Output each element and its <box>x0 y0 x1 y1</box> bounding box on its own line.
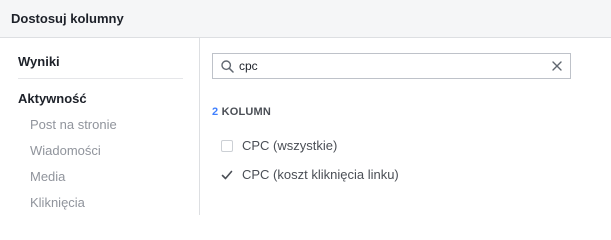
results-count: 2 KOLUMN <box>212 106 271 118</box>
sidebar-item-klikniecia[interactable]: Kliknięcia <box>30 195 85 210</box>
results-count-number: 2 <box>212 106 219 118</box>
column-option-cpc-wszystkie[interactable]: CPC (wszystkie) <box>221 138 337 153</box>
close-icon[interactable] <box>550 59 564 73</box>
results-count-suffix: KOLUMN <box>221 106 272 118</box>
category-sidebar: Wyniki Aktywność Post na stronie Wiadomo… <box>0 38 200 215</box>
checkbox-unchecked[interactable] <box>221 139 233 152</box>
sidebar-item-post-na-stronie[interactable]: Post na stronie <box>30 117 117 132</box>
checkmark-icon <box>221 170 233 179</box>
sidebar-section-wyniki[interactable]: Wyniki <box>18 54 60 69</box>
search-icon <box>215 54 239 78</box>
search-box <box>212 53 571 79</box>
dialog-header: Dostosuj kolumny <box>0 0 611 38</box>
sidebar-item-wiadomosci[interactable]: Wiadomości <box>30 143 101 158</box>
option-label: CPC (wszystkie) <box>242 138 338 153</box>
sidebar-item-media[interactable]: Media <box>30 169 65 184</box>
checkbox-checked[interactable] <box>221 169 233 181</box>
dialog-title: Dostosuj kolumny <box>11 11 124 26</box>
sidebar-divider <box>18 78 183 79</box>
column-option-cpc-koszt-klikniecia-linku[interactable]: CPC (koszt kliknięcia linku) <box>221 167 399 182</box>
option-label: CPC (koszt kliknięcia linku) <box>242 167 399 182</box>
columns-panel: 2 KOLUMN CPC (wszystkie) CPC (koszt klik… <box>201 38 611 215</box>
search-input[interactable] <box>239 55 539 77</box>
sidebar-section-aktywnosc[interactable]: Aktywność <box>18 91 87 106</box>
